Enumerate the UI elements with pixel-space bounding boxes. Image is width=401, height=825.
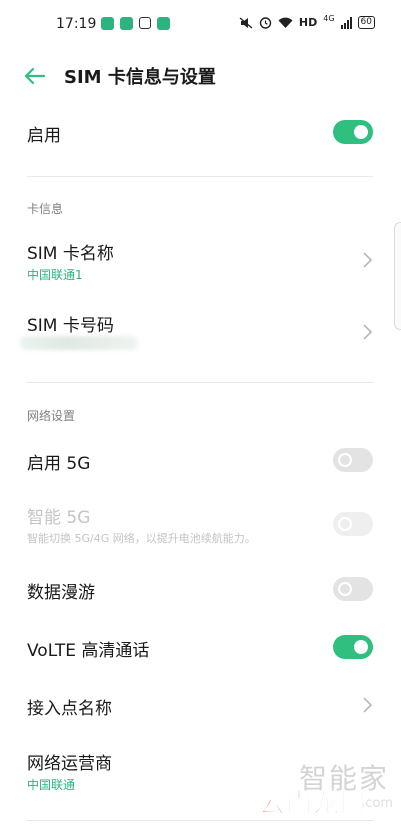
- enable-sim-toggle[interactable]: [333, 120, 373, 144]
- status-bar: 17:19 HD 4G 60: [0, 0, 401, 52]
- system-icons: HD 4G 60: [239, 14, 375, 29]
- enable-5g-label: 启用 5G: [27, 454, 91, 474]
- section-label-network: 网络设置: [27, 409, 76, 423]
- battery-icon: 60: [357, 16, 375, 29]
- enable-sim-row[interactable]: 启用: [0, 110, 401, 154]
- carrier-value: 中国联通: [27, 778, 76, 792]
- data-roaming-label: 数据漫游: [27, 583, 95, 603]
- data-roaming-row[interactable]: 数据漫游: [0, 567, 401, 611]
- sim-name-value: 中国联通1: [27, 268, 83, 282]
- enable-5g-row[interactable]: 启用 5G: [0, 438, 401, 482]
- smart-5g-row: 智能 5G 智能切换 5G/4G 网络，以提升电池续航能力。: [0, 496, 401, 552]
- back-button[interactable]: [20, 62, 50, 90]
- data-roaming-toggle[interactable]: [333, 577, 373, 601]
- scroll-indicator[interactable]: [394, 222, 401, 330]
- header: SIM 卡信息与设置: [0, 52, 401, 100]
- watermark-url: .com: [361, 796, 393, 811]
- apn-row[interactable]: 接入点名称: [0, 683, 401, 727]
- smart-5g-label: 智能 5G: [27, 508, 91, 528]
- watermark-logo-text: 云南龙网: [258, 789, 367, 820]
- volte-row[interactable]: VoLTE 高清通话: [0, 625, 401, 669]
- alarm-icon: [259, 17, 272, 29]
- divider: [27, 382, 373, 383]
- enable-5g-toggle[interactable]: [333, 448, 373, 472]
- wifi-icon: [278, 17, 293, 28]
- page-title: SIM 卡信息与设置: [64, 67, 216, 88]
- section-label-card-info: 卡信息: [27, 202, 64, 216]
- signal-icon: [340, 16, 352, 29]
- sim-number-label: SIM 卡号码: [27, 316, 114, 336]
- signal-label: 4G: [323, 14, 335, 23]
- enable-sim-label: 启用: [27, 126, 61, 146]
- hd-label: HD: [298, 16, 318, 29]
- apn-label: 接入点名称: [27, 699, 112, 719]
- divider: [27, 176, 373, 177]
- arrow-left-icon: [24, 67, 46, 85]
- sim-number-value-redacted: [20, 336, 138, 350]
- app-notification-icon: [120, 17, 133, 30]
- smart-5g-toggle: [333, 512, 373, 536]
- video-notification-icon: [139, 17, 151, 29]
- chevron-right-icon: [363, 324, 373, 340]
- chevron-right-icon: [363, 697, 373, 713]
- divider: [27, 820, 373, 821]
- carrier-label: 网络运营商: [27, 754, 112, 774]
- sim-name-row[interactable]: SIM 卡名称 中国联通1: [0, 230, 401, 286]
- tool-notification-icon: [157, 17, 170, 30]
- volte-label: VoLTE 高清通话: [27, 641, 150, 661]
- mute-vibrate-icon: [239, 17, 253, 28]
- sim-name-label: SIM 卡名称: [27, 244, 114, 264]
- message-notification-icon: [101, 17, 114, 30]
- chevron-right-icon: [363, 252, 373, 268]
- volte-toggle[interactable]: [333, 635, 373, 659]
- smart-5g-description: 智能切换 5G/4G 网络，以提升电池续航能力。: [27, 532, 256, 545]
- status-time: 17:19: [56, 16, 97, 32]
- notification-icons: [101, 17, 170, 30]
- sim-number-row[interactable]: SIM 卡号码: [0, 302, 401, 358]
